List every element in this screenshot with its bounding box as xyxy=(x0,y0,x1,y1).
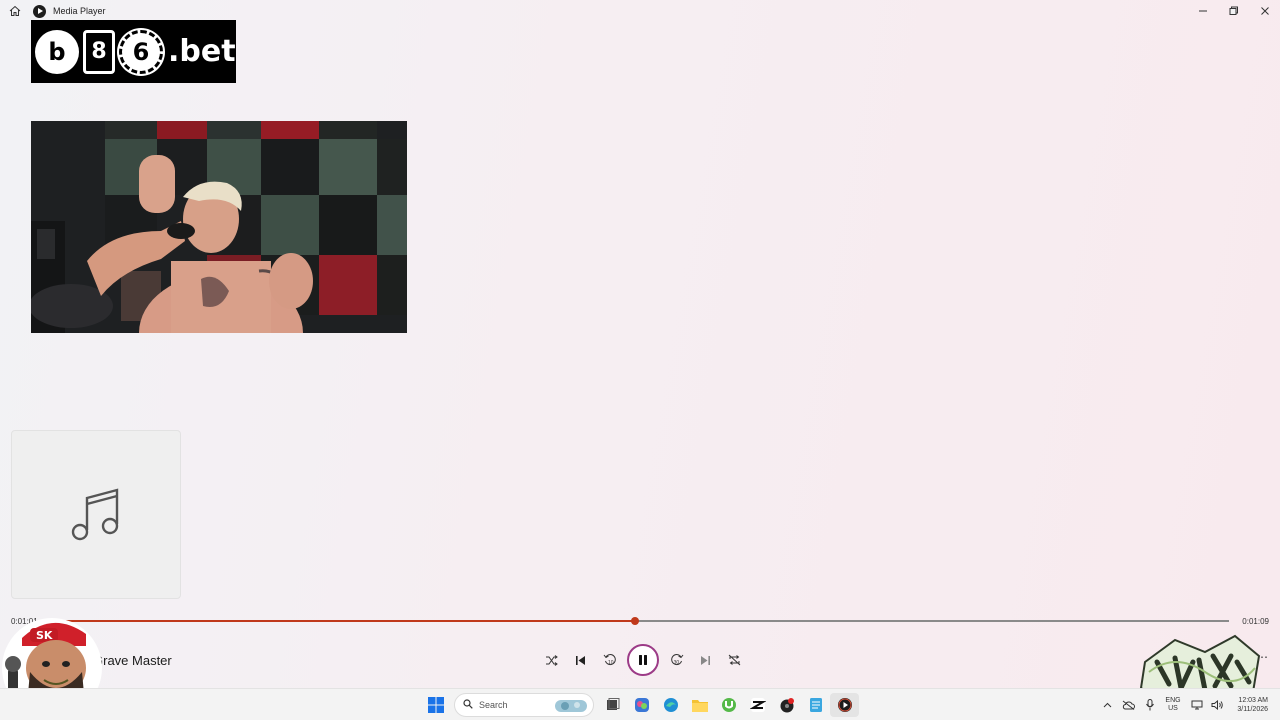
system-tray: ENG US 12:03 AM 3/11/2026 xyxy=(1097,689,1280,720)
language-indicator[interactable]: ENG US xyxy=(1160,697,1186,713)
music-note-icon xyxy=(71,487,119,540)
maximize-button[interactable] xyxy=(1218,0,1249,22)
seek-bar[interactable] xyxy=(40,617,1229,625)
forward-30-button[interactable]: 30 xyxy=(662,645,691,675)
taskbar-clock[interactable]: 12:03 AM 3/11/2026 xyxy=(1228,696,1280,714)
video-frame-image xyxy=(31,121,407,333)
forward-30-icon: 30 xyxy=(670,654,683,666)
taskbar-app-utorrent[interactable] xyxy=(714,693,743,717)
home-icon[interactable] xyxy=(0,0,30,22)
pause-icon xyxy=(639,655,647,665)
taskbar-app-media-player[interactable] xyxy=(830,693,859,717)
media-player-app-icon xyxy=(33,4,46,18)
window-title: Media Player xyxy=(53,6,106,16)
title-bar: Media Player xyxy=(0,0,1280,22)
taskbar-app-file-explorer[interactable] xyxy=(685,693,714,717)
svg-text:SK: SK xyxy=(36,629,53,642)
pause-button[interactable] xyxy=(627,644,659,676)
svg-text:10: 10 xyxy=(608,660,614,666)
logo-suffix: .bet xyxy=(168,34,236,69)
shuffle-button[interactable] xyxy=(537,645,566,675)
windows-start-icon xyxy=(427,697,444,713)
minimize-button[interactable] xyxy=(1187,0,1218,22)
copilot-icon xyxy=(634,698,649,712)
taskbar-app-copilot[interactable] xyxy=(627,693,656,717)
capcut-icon xyxy=(749,698,766,712)
folder-icon xyxy=(691,700,708,712)
cloud-offline-icon xyxy=(1122,700,1135,710)
previous-button[interactable] xyxy=(566,645,595,675)
taskbar-app-notepad[interactable] xyxy=(801,693,830,717)
now-playing-bar: Grave Master 10 30 ⋯ xyxy=(0,628,1280,688)
taskbar: Search ENG US 12:03 AM 3/11/2026 xyxy=(0,688,1280,720)
next-button[interactable] xyxy=(691,645,720,675)
onedrive-tray-button[interactable] xyxy=(1118,689,1139,720)
rewind-10-icon: 10 xyxy=(603,654,616,666)
b86-bet-logo: b 8 6 .bet xyxy=(31,20,236,83)
network-tray-button[interactable] xyxy=(1186,689,1207,720)
seek-progress xyxy=(40,620,635,622)
taskbar-app-edge[interactable] xyxy=(656,693,685,717)
rewind-10-button[interactable]: 10 xyxy=(595,645,624,675)
taskbar-app-media-red[interactable] xyxy=(772,693,801,717)
logo-chip-6: 6 xyxy=(119,29,163,74)
notepad-icon xyxy=(809,698,822,712)
show-hidden-icons-button[interactable] xyxy=(1097,689,1118,720)
repeat-button[interactable] xyxy=(720,645,749,675)
song-title[interactable]: Grave Master xyxy=(93,653,172,668)
media-record-icon xyxy=(780,698,794,713)
search-icon xyxy=(463,698,473,712)
logo-card-8: 8 xyxy=(83,29,115,74)
next-icon xyxy=(701,655,710,665)
chevron-up-icon xyxy=(1103,702,1112,708)
video-player[interactable] xyxy=(31,121,407,333)
previous-icon xyxy=(576,655,585,665)
close-button[interactable] xyxy=(1249,0,1280,22)
task-view-icon xyxy=(606,698,619,710)
search-highlight-icon xyxy=(555,700,587,712)
search-placeholder: Search xyxy=(479,700,508,710)
shuffle-icon xyxy=(546,654,558,666)
network-icon xyxy=(1191,700,1202,710)
microphone-tray-button[interactable] xyxy=(1139,689,1160,720)
utorrent-icon xyxy=(721,698,736,712)
repeat-icon xyxy=(728,654,741,666)
taskbar-search-box[interactable]: Search xyxy=(454,693,594,717)
seek-thumb[interactable] xyxy=(630,617,639,625)
microphone-icon xyxy=(1145,699,1154,711)
start-button[interactable] xyxy=(421,693,450,717)
media-player-icon xyxy=(837,698,852,712)
edge-icon xyxy=(663,698,678,712)
logo-ball-b: b xyxy=(35,29,79,74)
playback-controls: 10 30 xyxy=(537,644,749,676)
speaker-icon xyxy=(1211,700,1223,710)
volume-tray-button[interactable] xyxy=(1207,689,1228,720)
album-art xyxy=(11,430,181,599)
svg-text:30: 30 xyxy=(673,660,679,666)
taskbar-app-capcut[interactable] xyxy=(743,693,772,717)
task-view-button[interactable] xyxy=(598,693,627,717)
